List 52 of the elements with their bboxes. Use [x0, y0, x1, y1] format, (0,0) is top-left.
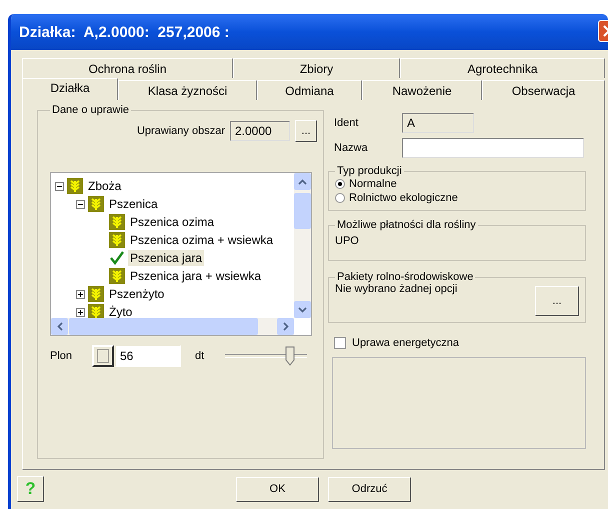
window-title: Działka: A,2.0000: 257,2006 : — [19, 24, 230, 40]
tab[interactable]: Klasa żyzności — [118, 80, 257, 100]
vertical-scrollbar[interactable] — [294, 173, 311, 318]
ident-field[interactable]: A — [402, 113, 474, 133]
dialog-button[interactable]: Odrzuć — [328, 476, 411, 502]
tree-item[interactable]: Pszenica jara + wsiewka — [128, 268, 264, 284]
tree-item[interactable]: Pszenica ozima — [128, 214, 216, 230]
horizontal-scrollbar[interactable] — [51, 318, 294, 335]
expander-icon[interactable] — [76, 200, 85, 208]
expander-icon[interactable] — [76, 308, 85, 316]
tab[interactable]: Obserwacja — [482, 80, 605, 100]
tab[interactable]: Nawożenie — [362, 80, 482, 100]
tab[interactable]: Ochrona roślin — [22, 58, 233, 78]
expander-icon[interactable] — [76, 290, 85, 298]
dotted-rectangle-icon — [96, 348, 110, 364]
wheat-icon — [88, 286, 104, 302]
dialog-button[interactable]: OK — [236, 476, 319, 502]
energy-crop-checkbox[interactable]: Uprawa energetyczna — [328, 335, 504, 351]
calculator-button[interactable] — [92, 345, 114, 367]
radio-button[interactable]: Normalne — [335, 177, 579, 191]
payments-text: UPO — [335, 235, 360, 247]
slider-thumb[interactable] — [284, 346, 294, 366]
radio-button[interactable]: Rolnictwo ekologiczne — [335, 191, 579, 205]
group-title: Dane o uprawie — [51, 104, 130, 116]
tree-item[interactable]: Pszenica jara — [128, 250, 204, 266]
browse-button[interactable]: ... — [535, 286, 579, 316]
wheat-icon — [67, 178, 83, 194]
field-label: Ident — [333, 117, 360, 129]
group-title: Typ produkcji — [336, 165, 403, 177]
tab[interactable]: Agrotechnika — [400, 58, 605, 78]
tree-item[interactable]: Pszenżyto — [107, 286, 166, 302]
field-label: Nazwa — [333, 142, 369, 154]
group-title: Możliwe płatności dla rośliny — [336, 219, 477, 231]
field-label: Uprawiany obszar — [136, 125, 225, 137]
expander-icon[interactable] — [55, 182, 64, 190]
field-label: Plon — [50, 350, 74, 362]
browse-button[interactable]: ... — [295, 120, 317, 142]
tree-item[interactable]: Pszenica ozima + wsiewka — [128, 232, 276, 248]
tab[interactable]: Zbiory — [233, 58, 400, 78]
tree-item[interactable]: Pszenica — [107, 196, 160, 212]
unit-label: dt — [195, 350, 206, 362]
wheat-icon — [88, 196, 104, 212]
name-field[interactable] — [402, 138, 584, 158]
tab[interactable]: Działka — [22, 78, 118, 100]
yield-field[interactable]: 56 — [115, 345, 181, 367]
yield-slider[interactable] — [225, 345, 307, 367]
tree-item[interactable]: Zboża — [86, 178, 124, 194]
area-field[interactable]: 2.0000 — [230, 121, 290, 141]
wheat-icon — [88, 304, 104, 318]
group-title: Pakiety rolno-środowiskowe — [336, 271, 474, 283]
packages-text: Nie wybrano żadnej opcji — [335, 283, 458, 295]
tab[interactable]: Odmiana — [257, 80, 362, 100]
